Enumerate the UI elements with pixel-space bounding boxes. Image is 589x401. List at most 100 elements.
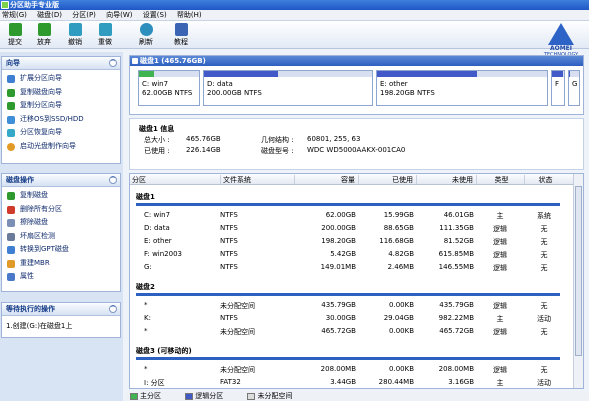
- table-row[interactable]: * 未分配空间 208.00MB 0.00KB 208.00MB 逻辑 无: [130, 363, 570, 376]
- cell-status: 无: [540, 302, 548, 310]
- col-filesystem[interactable]: 文件系统: [220, 175, 294, 184]
- menu-general[interactable]: 常规(G): [0, 10, 33, 21]
- partition-table: 分区 文件系统 容量 已使用 未使用 类型 状态 磁盘1 C: win7 NTF…: [129, 173, 584, 389]
- apply-button[interactable]: 提交: [2, 23, 28, 47]
- disk-segment-c[interactable]: C: win7 62.00GB NTFS: [138, 70, 200, 106]
- delete-icon: [7, 205, 15, 214]
- cell-status: 无: [540, 251, 548, 259]
- cell-type: 逻辑: [493, 366, 507, 374]
- pending-title: 等待执行的操作: [6, 305, 55, 313]
- book-icon: [174, 23, 188, 36]
- col-free[interactable]: 未使用: [416, 175, 476, 184]
- disk-op-properties[interactable]: 属性: [2, 270, 120, 284]
- refresh-button[interactable]: 刷新: [133, 23, 159, 47]
- cell-used: 280.44MB: [378, 378, 414, 386]
- cell-status: 无: [540, 328, 548, 336]
- col-used[interactable]: 已使用: [358, 175, 416, 184]
- tutorial-button[interactable]: 教程: [168, 23, 194, 47]
- wizard-item-copy-partition[interactable]: 复制分区向导: [2, 99, 120, 113]
- disk-op-copy[interactable]: 复制磁盘: [2, 189, 120, 203]
- pending-header[interactable]: 等待执行的操作 ^: [2, 303, 120, 316]
- title-bar: 分区助手专业版: [0, 0, 589, 10]
- cell-partition: C: win7: [144, 211, 171, 219]
- wizard-item-bootcd[interactable]: 启动光盘制作向导: [2, 140, 120, 154]
- disk-op-mbr[interactable]: 重建MBR: [2, 257, 120, 271]
- table-row[interactable]: * 未分配空间 435.79GB 0.00KB 435.79GB 逻辑 无: [130, 299, 570, 312]
- disk-segment-g[interactable]: G: [568, 70, 580, 106]
- info-used-label: 已使用 :: [144, 147, 170, 155]
- cell-partition: G:: [144, 263, 152, 271]
- info-used-value: 226.14GB: [186, 146, 221, 154]
- undo-button[interactable]: 撤销: [62, 23, 88, 47]
- segment-name: E: other: [380, 80, 408, 88]
- table-row[interactable]: I: 分区 FAT32 3.44GB 280.44MB 3.16GB 主 活动: [130, 376, 570, 388]
- segment-name: C: win7: [142, 80, 169, 88]
- cell-free: 111.35GB: [439, 224, 474, 232]
- disk-op-label: 删除所有分区: [20, 204, 62, 213]
- left-panel: 向导 ^ 扩展分区向导 复制磁盘向导 复制分区向导 迁移OS到SSD/HDD 分…: [0, 52, 123, 401]
- col-status[interactable]: 状态: [524, 175, 564, 184]
- cell-filesystem: NTFS: [220, 224, 238, 232]
- disk-info-panel: 磁盘1 信息 总大小 : 465.76GB 已使用 : 226.14GB 几何结…: [129, 118, 584, 170]
- cell-type: 逻辑: [493, 238, 507, 246]
- disk2-group-title[interactable]: 磁盘2: [136, 282, 560, 296]
- collapse-icon[interactable]: ^: [109, 176, 117, 184]
- cell-capacity: 200.00GB: [321, 224, 356, 232]
- brand-name: AOMEI: [549, 45, 573, 52]
- collapse-icon[interactable]: ^: [109, 305, 117, 313]
- disk3-group-title[interactable]: 磁盘3 (可移动的): [136, 346, 560, 360]
- wizard-item-migrate-os[interactable]: 迁移OS到SSD/HDD: [2, 113, 120, 127]
- cell-filesystem: FAT32: [220, 378, 241, 386]
- cell-capacity: 208.00MB: [320, 365, 356, 373]
- table-row[interactable]: * 未分配空间 465.72GB 0.00KB 465.72GB 逻辑 无: [130, 325, 570, 338]
- undo-icon: [68, 23, 82, 36]
- cell-free: 46.01GB: [443, 211, 474, 219]
- table-row[interactable]: G: NTFS 149.01MB 2.46MB 146.55MB 逻辑 无: [130, 261, 570, 274]
- table-row[interactable]: K: NTFS 30.00GB 29.04GB 982.22MB 主 活动: [130, 312, 570, 325]
- col-capacity[interactable]: 容量: [294, 175, 358, 184]
- redo-icon: [98, 23, 112, 36]
- menu-help[interactable]: 帮助(H): [175, 10, 208, 21]
- table-row[interactable]: D: data NTFS 200.00GB 88.65GB 111.35GB 逻…: [130, 222, 570, 235]
- pending-item[interactable]: 1.创建(G:)在磁盘1上: [2, 316, 120, 331]
- redo-button[interactable]: 重做: [92, 23, 118, 47]
- cell-status: 无: [540, 264, 548, 272]
- disk-segment-f[interactable]: F: [551, 70, 565, 106]
- collapse-icon[interactable]: ^: [109, 59, 117, 67]
- disk1-group-title[interactable]: 磁盘1: [136, 192, 560, 206]
- wizard-item-copy-disk[interactable]: 复制磁盘向导: [2, 86, 120, 100]
- vertical-scrollbar[interactable]: [573, 174, 583, 388]
- scroll-thumb[interactable]: [575, 186, 582, 356]
- menu-settings[interactable]: 设置(S): [141, 10, 173, 21]
- cell-used: 0.00KB: [389, 301, 414, 309]
- table-row[interactable]: E: other NTFS 198.20GB 116.68GB 81.52GB …: [130, 235, 570, 248]
- col-partition[interactable]: 分区: [130, 175, 146, 184]
- cell-capacity: 5.42GB: [330, 250, 356, 258]
- segment-name: F: [555, 80, 560, 88]
- col-type[interactable]: 类型: [476, 175, 524, 184]
- disk-op-delete-all[interactable]: 删除所有分区: [2, 203, 120, 217]
- table-row[interactable]: F: win2003 NTFS 5.42GB 4.82GB 615.85MB 逻…: [130, 248, 570, 261]
- segment-name: D: data: [207, 80, 233, 88]
- cell-partition: K:: [144, 314, 151, 322]
- menu-wizard[interactable]: 向导(W): [104, 10, 138, 21]
- segment-size: 200.00GB NTFS: [207, 89, 262, 97]
- disk-ops-header[interactable]: 磁盘操作 ^: [2, 174, 120, 187]
- disk-segment-d[interactable]: D: data 200.00GB NTFS: [203, 70, 373, 106]
- menu-partition[interactable]: 分区(P): [70, 10, 102, 21]
- x-icon: [37, 23, 51, 36]
- table-row[interactable]: C: win7 NTFS 62.00GB 15.99GB 46.01GB 主 系…: [130, 209, 570, 222]
- disk-op-bad-sector[interactable]: 坏扇区检测: [2, 230, 120, 244]
- discard-button[interactable]: 放弃: [31, 23, 57, 47]
- wizard-item-recovery[interactable]: 分区恢复向导: [2, 126, 120, 140]
- menu-disk[interactable]: 磁盘(D): [35, 10, 68, 21]
- wizard-item-extend[interactable]: 扩展分区向导: [2, 72, 120, 86]
- info-model-value: WDC WD5000AAKX-001CA0: [307, 146, 406, 154]
- disk-op-wipe[interactable]: 擦除磁盘: [2, 216, 120, 230]
- cell-filesystem: NTFS: [220, 237, 238, 245]
- disk-map-title: 磁盘1 (465.76GB): [140, 57, 206, 65]
- disk-op-gpt[interactable]: 转换到GPT磁盘: [2, 243, 120, 257]
- wizard-header[interactable]: 向导 ^: [2, 57, 120, 70]
- disk-map-header[interactable]: 磁盘1 (465.76GB): [130, 56, 583, 66]
- disk-segment-e[interactable]: E: other 198.20GB NTFS: [376, 70, 548, 106]
